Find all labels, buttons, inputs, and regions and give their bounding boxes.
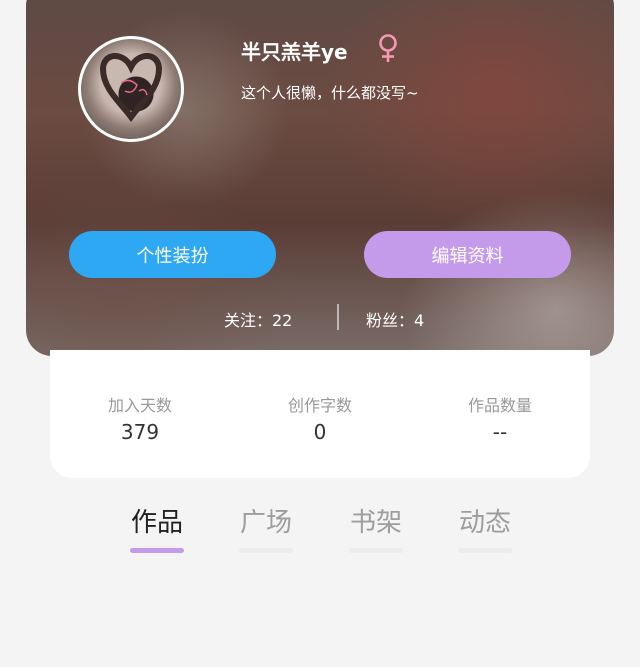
tab-label: 广场 xyxy=(239,508,292,538)
content-tabs: 作品 广场 书架 动态 xyxy=(0,502,640,562)
bio-text: 这个人很懒，什么都没写~ xyxy=(241,84,419,102)
stat-join-days: 加入天数 379 xyxy=(60,392,220,444)
username: 半只羔羊ye xyxy=(241,40,348,64)
tab-indicator xyxy=(458,548,512,553)
avatar-image xyxy=(99,53,163,123)
stat-works-count: 作品数量 -- xyxy=(420,392,580,444)
tab-indicator xyxy=(349,548,403,553)
avatar[interactable] xyxy=(78,36,184,142)
stat-value: 379 xyxy=(120,420,160,444)
tab-indicator xyxy=(130,548,184,553)
personalize-button[interactable]: 个性装扮 xyxy=(69,231,276,278)
tab-bookshelf[interactable]: 书架 xyxy=(336,502,416,553)
edit-profile-button-label: 编辑资料 xyxy=(431,245,504,267)
stat-value: -- xyxy=(492,420,508,444)
stat-value: 0 xyxy=(313,420,327,444)
edit-profile-button[interactable]: 编辑资料 xyxy=(364,231,571,278)
tab-plaza[interactable]: 广场 xyxy=(226,502,306,553)
tab-indicator xyxy=(239,548,293,553)
stats-card: 加入天数 379 创作字数 0 作品数量 -- xyxy=(50,350,590,478)
following-count[interactable]: 关注：22 xyxy=(224,307,292,331)
fans-count[interactable]: 粉丝：4 xyxy=(366,307,424,331)
stat-label: 创作字数 xyxy=(287,396,352,415)
stat-word-count: 创作字数 0 xyxy=(240,392,400,444)
personalize-button-label: 个性装扮 xyxy=(136,245,209,267)
follow-stats: 关注：22 粉丝：4 xyxy=(0,304,640,331)
tab-works[interactable]: 作品 xyxy=(117,502,197,553)
stat-label: 加入天数 xyxy=(107,396,172,415)
tab-label: 作品 xyxy=(130,508,183,538)
tab-activity[interactable]: 动态 xyxy=(445,502,525,553)
follow-divider xyxy=(337,304,339,330)
stat-label: 作品数量 xyxy=(467,396,532,415)
tab-label: 书架 xyxy=(349,508,402,538)
tab-label: 动态 xyxy=(458,508,511,538)
female-icon xyxy=(379,34,397,62)
